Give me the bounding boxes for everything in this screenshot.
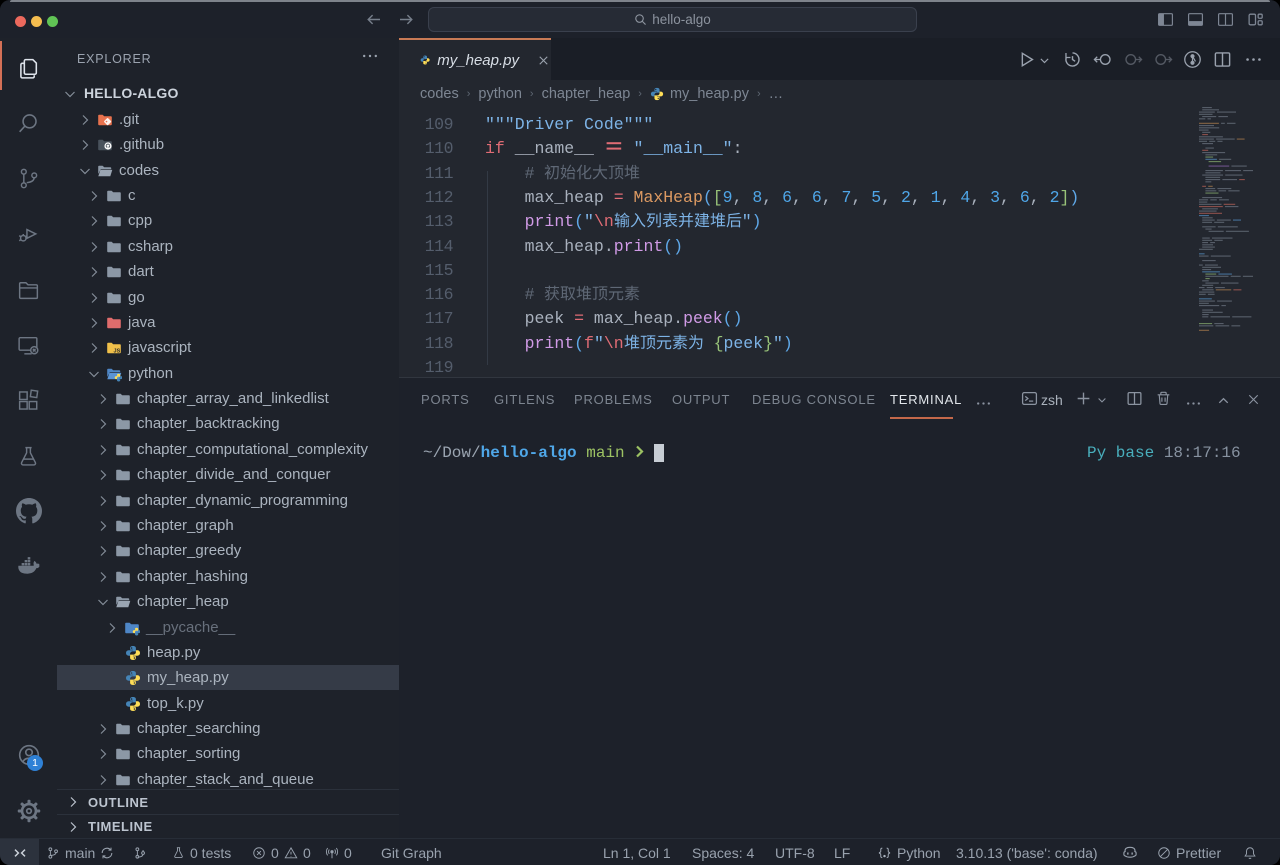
svg-text:JS: JS [114, 348, 121, 354]
